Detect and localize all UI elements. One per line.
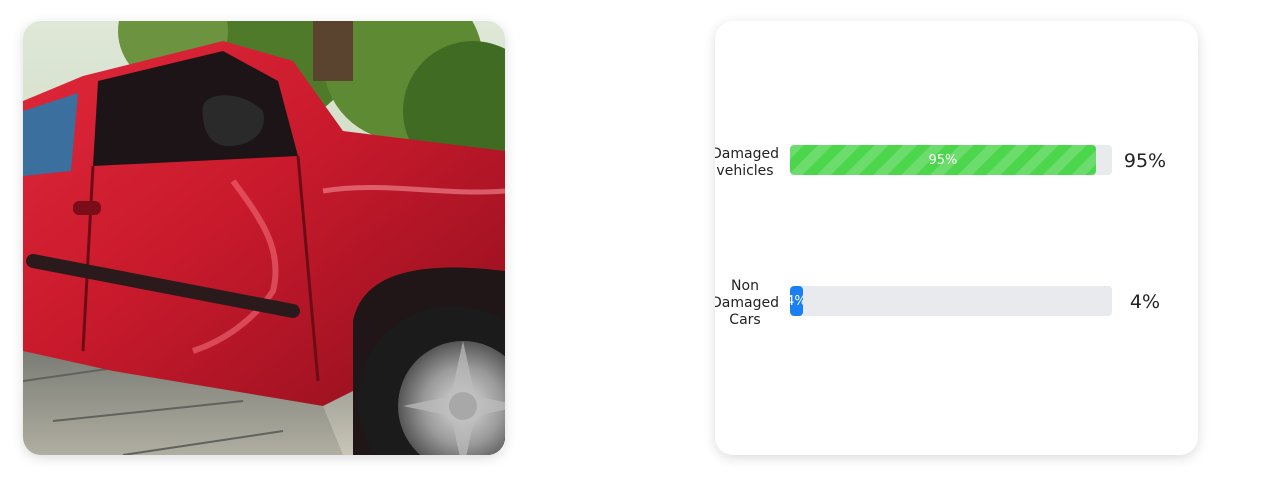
category-label-non-damaged: Non Damaged Cars <box>715 278 779 328</box>
percent-non-damaged: 4% <box>1129 291 1161 313</box>
category-label-damaged: Damaged vehicles <box>715 146 779 179</box>
bar-damaged-vehicles: 95% <box>790 145 1096 175</box>
bar-label-damaged: 95% <box>928 152 958 168</box>
bar-non-damaged-cars: 4% <box>790 286 803 316</box>
bar-track-damaged: 95% <box>790 145 1112 175</box>
damage-chart-card: Damaged vehicles 95% 95% Non Damaged Car… <box>715 21 1198 455</box>
car-photo-image <box>23 21 505 455</box>
bar-track-non-damaged: 4% <box>790 286 1112 316</box>
damaged-car-photo <box>23 21 505 455</box>
bar-label-non-damaged: 4% <box>790 293 803 309</box>
percent-damaged: 95% <box>1123 150 1167 172</box>
